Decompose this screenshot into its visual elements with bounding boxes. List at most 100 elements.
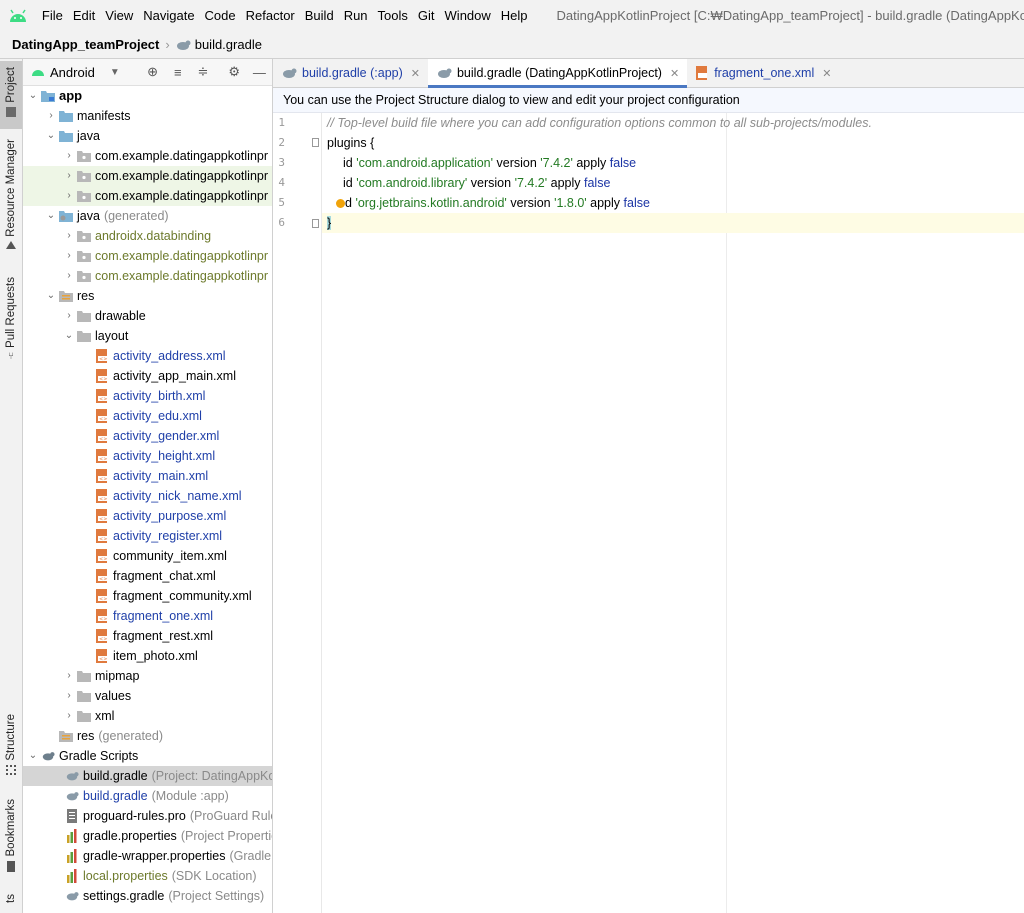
chevron-right-icon[interactable]: › — [45, 106, 57, 126]
right-margin-guide — [726, 113, 727, 913]
chevron-right-icon[interactable]: › — [63, 166, 75, 186]
chevron-down-icon[interactable]: ⌄ — [27, 86, 39, 106]
menu-code[interactable]: Code — [200, 0, 241, 31]
tree-node-xml-file[interactable]: <> activity_main.xml — [23, 466, 272, 486]
tree-node-local-properties[interactable]: local.properties (SDK Location) — [23, 866, 272, 886]
tree-node-gradle-properties[interactable]: gradle.properties (Project Properties — [23, 826, 272, 846]
tool-tab-pull-requests[interactable]: Pull Requests ⑂ — [0, 277, 22, 367]
menu-refactor[interactable]: Refactor — [241, 0, 300, 31]
fold-marker-icon[interactable] — [312, 219, 319, 228]
tree-node-xml-file[interactable]: <> fragment_rest.xml — [23, 626, 272, 646]
breadcrumb-project[interactable]: DatingApp_teamProject — [0, 37, 159, 52]
tree-node-res-generated[interactable]: res (generated) — [23, 726, 272, 746]
tree-node-package[interactable]: › com.example.datingappkotlinpr — [23, 186, 272, 206]
tree-node-settings-gradle[interactable]: settings.gradle (Project Settings) — [23, 886, 272, 906]
tree-node-build-gradle-project[interactable]: build.gradle (Project: DatingAppKotl — [23, 766, 272, 786]
project-view-select[interactable]: Android ▼ — [23, 65, 124, 80]
tree-node-proguard[interactable]: proguard-rules.pro (ProGuard Rules — [23, 806, 272, 826]
menu-file[interactable]: File — [37, 0, 68, 31]
menu-navigate[interactable]: Navigate — [138, 0, 199, 31]
tab-fragment-one-xml[interactable]: fragment_one.xml ✕ — [687, 59, 839, 87]
tool-tab-structure[interactable]: Structure — [0, 714, 22, 780]
tree-node-xml-file[interactable]: <> activity_birth.xml — [23, 386, 272, 406]
menu-window[interactable]: Window — [440, 0, 496, 31]
tree-node-xml-file[interactable]: <> activity_edu.xml — [23, 406, 272, 426]
close-icon[interactable]: ✕ — [411, 67, 420, 80]
tree-node-xml-file[interactable]: <> fragment_chat.xml — [23, 566, 272, 586]
tree-node-build-gradle-module[interactable]: build.gradle (Module :app) — [23, 786, 272, 806]
chevron-right-icon[interactable]: › — [63, 686, 75, 706]
tree-node-layout[interactable]: ⌄ layout — [23, 326, 272, 346]
tree-node-xml-file[interactable]: <> fragment_one.xml — [23, 606, 272, 626]
fold-marker-icon[interactable] — [312, 138, 319, 147]
expand-all-icon[interactable]: ≡ — [165, 59, 190, 85]
collapse-all-icon[interactable]: ≑ — [190, 59, 215, 85]
chevron-down-icon[interactable]: ⌄ — [45, 126, 57, 146]
tree-node-xml-file[interactable]: <> activity_nick_name.xml — [23, 486, 272, 506]
tab-build-gradle-app[interactable]: build.gradle (:app) ✕ — [273, 59, 428, 87]
close-icon[interactable]: ✕ — [670, 67, 679, 80]
code-token: } — [327, 216, 332, 230]
hide-panel-icon[interactable]: — — [247, 59, 272, 85]
tree-node-xml-file[interactable]: <> fragment_community.xml — [23, 586, 272, 606]
tool-tab-project[interactable]: Project — [0, 61, 22, 129]
menu-git[interactable]: Git — [413, 0, 440, 31]
chevron-right-icon[interactable]: › — [63, 706, 75, 726]
chevron-right-icon[interactable]: › — [63, 186, 75, 206]
tree-node-label: activity_nick_name.xml — [113, 489, 242, 503]
chevron-down-icon[interactable]: ⌄ — [45, 206, 57, 226]
menu-tools[interactable]: Tools — [373, 0, 413, 31]
tree-node-xml-file[interactable]: <> item_photo.xml — [23, 646, 272, 666]
tree-node-manifests[interactable]: › manifests — [23, 106, 272, 126]
tree-node-xml-file[interactable]: <> activity_app_main.xml — [23, 366, 272, 386]
tool-tab-resource-manager[interactable]: Resource Manager — [0, 139, 22, 257]
tree-node-package[interactable]: › com.example.datingappkotlinpr — [23, 266, 272, 286]
code-token: version — [470, 176, 512, 190]
tool-tab-hidden[interactable]: ts — [0, 894, 22, 913]
locate-file-icon[interactable]: ⊕ — [140, 59, 165, 85]
tree-node-gradle-scripts[interactable]: ⌄ Gradle Scripts — [23, 746, 272, 766]
tab-build-gradle-project[interactable]: build.gradle (DatingAppKotlinProject) ✕ — [427, 59, 688, 88]
chevron-right-icon[interactable]: › — [63, 266, 75, 286]
project-panel: Android ▼ ⊕ ≡ ≑ ⚙ — ⌄ app › manifests ⌄ … — [23, 59, 273, 913]
chevron-right-icon[interactable]: › — [63, 146, 75, 166]
tool-tab-bookmarks[interactable]: Bookmarks — [0, 799, 22, 879]
chevron-down-icon[interactable]: ⌄ — [63, 326, 75, 346]
tree-node-xml[interactable]: › xml — [23, 706, 272, 726]
breadcrumb-file[interactable]: build.gradle — [175, 37, 262, 52]
chevron-down-icon[interactable]: ⌄ — [45, 286, 57, 306]
menu-edit[interactable]: Edit — [68, 0, 100, 31]
tree-node-xml-file[interactable]: <> activity_register.xml — [23, 526, 272, 546]
tree-node-drawable[interactable]: › drawable — [23, 306, 272, 326]
tree-node-gradle-wrapper-properties[interactable]: gradle-wrapper.properties (Gradle V — [23, 846, 272, 866]
chevron-right-icon[interactable]: › — [63, 246, 75, 266]
tree-node-mipmap[interactable]: › mipmap — [23, 666, 272, 686]
menu-help[interactable]: Help — [496, 0, 533, 31]
chevron-down-icon[interactable]: ⌄ — [27, 746, 39, 766]
close-icon[interactable]: ✕ — [822, 67, 831, 80]
tree-node-res[interactable]: ⌄ res — [23, 286, 272, 306]
menu-build[interactable]: Build — [300, 0, 339, 31]
gear-icon[interactable]: ⚙ — [222, 59, 247, 85]
chevron-right-icon[interactable]: › — [63, 306, 75, 326]
tree-node-java-generated[interactable]: ⌄ java (generated) — [23, 206, 272, 226]
tree-node-app[interactable]: ⌄ app — [23, 86, 272, 106]
tree-node-xml-file[interactable]: <> activity_gender.xml — [23, 426, 272, 446]
tree-node-xml-file[interactable]: <> activity_height.xml — [23, 446, 272, 466]
tree-node-xml-file[interactable]: <> activity_purpose.xml — [23, 506, 272, 526]
tree-node-java[interactable]: ⌄ java — [23, 126, 272, 146]
tree-node-package[interactable]: › androidx.databinding — [23, 226, 272, 246]
tree-node-values[interactable]: › values — [23, 686, 272, 706]
chevron-right-icon[interactable]: › — [63, 666, 75, 686]
menu-run[interactable]: Run — [339, 0, 373, 31]
menu-view[interactable]: View — [100, 0, 138, 31]
intention-bulb-icon[interactable] — [336, 199, 345, 209]
chevron-right-icon[interactable]: › — [63, 226, 75, 246]
tree-node-xml-file[interactable]: <> community_item.xml — [23, 546, 272, 566]
tree-node-package[interactable]: › com.example.datingappkotlinpr — [23, 166, 272, 186]
tree-node-package[interactable]: › com.example.datingappkotlinpr — [23, 246, 272, 266]
code-editor[interactable]: 1 2 3 4 5 6 // Top-level build file wher… — [273, 113, 1024, 913]
tree-node-xml-file[interactable]: <> activity_address.xml — [23, 346, 272, 366]
xml-file-icon: <> — [95, 449, 109, 463]
tree-node-package[interactable]: › com.example.datingappkotlinpr — [23, 146, 272, 166]
